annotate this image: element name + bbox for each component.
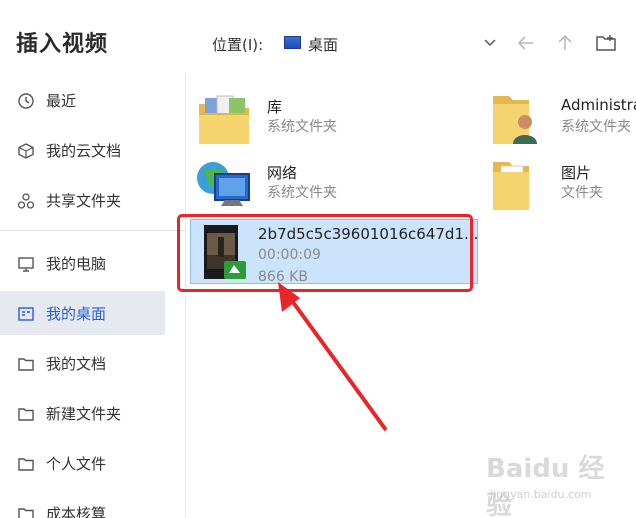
sidebar-item-label: 共享文件夹 bbox=[46, 192, 122, 210]
dialog-title: 插入视频 bbox=[16, 32, 109, 57]
sidebar-divider bbox=[0, 230, 185, 231]
sidebar-item-cloud-docs[interactable]: 我的云文档 bbox=[0, 128, 165, 172]
chevron-down-icon[interactable] bbox=[483, 34, 497, 52]
folder-icon bbox=[18, 408, 34, 421]
folder-icon bbox=[18, 358, 34, 371]
file-name: Administrat bbox=[561, 96, 636, 114]
location-dropdown[interactable]: 桌面 bbox=[283, 32, 501, 56]
sidebar-item-label: 最近 bbox=[46, 92, 77, 110]
library-folder-icon bbox=[199, 95, 249, 144]
new-folder-icon[interactable] bbox=[595, 32, 617, 54]
folder-icon bbox=[18, 508, 34, 518]
sidebar-item-recent[interactable]: 最近 bbox=[0, 78, 165, 122]
sidebar-item-label: 成本核算 bbox=[46, 505, 107, 518]
sidebar-item-label: 个人文件 bbox=[46, 455, 107, 473]
location-label: 位置(I): bbox=[212, 36, 264, 54]
sidebar-item-cost-accounting[interactable]: 成本核算 bbox=[0, 491, 165, 518]
sidebar-item-new-folder[interactable]: 新建文件夹 bbox=[0, 391, 165, 435]
sidebar: 最近 我的云文档 共享文件夹 我的电脑 我的桌面 我的文档 新建文件夹 个人文件… bbox=[0, 74, 186, 518]
clock-icon bbox=[18, 93, 34, 109]
file-type: 系统文件夹 bbox=[561, 119, 631, 135]
back-arrow-icon[interactable] bbox=[515, 32, 537, 54]
desktop-location-icon bbox=[284, 36, 301, 49]
sidebar-item-my-computer[interactable]: 我的电脑 bbox=[0, 241, 165, 285]
red-highlight-box bbox=[177, 214, 473, 292]
sidebar-item-label: 我的文档 bbox=[46, 355, 107, 373]
up-arrow-icon[interactable] bbox=[554, 32, 576, 54]
file-type: 文件夹 bbox=[561, 185, 603, 201]
file-item-administrator[interactable]: Administrat 系统文件夹 bbox=[489, 90, 636, 150]
sidebar-item-label: 我的云文档 bbox=[46, 142, 122, 160]
baidu-watermark: Baidu 经验 jingyan.baidu.com bbox=[486, 448, 626, 518]
user-folder-icon bbox=[493, 96, 537, 144]
file-name: 库 bbox=[267, 98, 283, 116]
sidebar-item-my-documents[interactable]: 我的文档 bbox=[0, 341, 165, 385]
watermark-text: Baidu 经验 bbox=[486, 454, 605, 518]
file-item-library[interactable]: 库 系统文件夹 bbox=[195, 90, 395, 150]
file-name: 网络 bbox=[267, 164, 298, 182]
folder-icon bbox=[18, 458, 34, 471]
cloud-doc-icon bbox=[18, 143, 34, 159]
file-type: 系统文件夹 bbox=[267, 119, 337, 135]
sidebar-item-my-desktop[interactable]: 我的桌面 bbox=[0, 291, 165, 335]
file-item-pictures[interactable]: 图片 文件夹 bbox=[489, 156, 636, 216]
desktop-icon bbox=[18, 307, 34, 321]
sidebar-item-label: 我的电脑 bbox=[46, 255, 107, 273]
sidebar-item-label: 新建文件夹 bbox=[46, 405, 122, 423]
sidebar-item-personal-files[interactable]: 个人文件 bbox=[0, 441, 165, 485]
file-type: 系统文件夹 bbox=[267, 185, 337, 201]
file-name: 图片 bbox=[561, 164, 592, 182]
folder-icon bbox=[493, 162, 529, 210]
location-value: 桌面 bbox=[308, 36, 339, 54]
file-item-network[interactable]: 网络 系统文件夹 bbox=[195, 156, 395, 216]
monitor-icon bbox=[18, 257, 34, 272]
network-icon bbox=[197, 162, 250, 206]
sidebar-item-label: 我的桌面 bbox=[46, 305, 107, 323]
sidebar-item-shared-folder[interactable]: 共享文件夹 bbox=[0, 178, 165, 222]
watermark-url: jingyan.baidu.com bbox=[490, 488, 592, 501]
share-icon bbox=[17, 193, 35, 209]
insert-video-dialog: 插入视频 位置(I): 桌面 最近 我的云文档 共享文件夹 我的电脑 我的桌面 … bbox=[0, 0, 636, 518]
